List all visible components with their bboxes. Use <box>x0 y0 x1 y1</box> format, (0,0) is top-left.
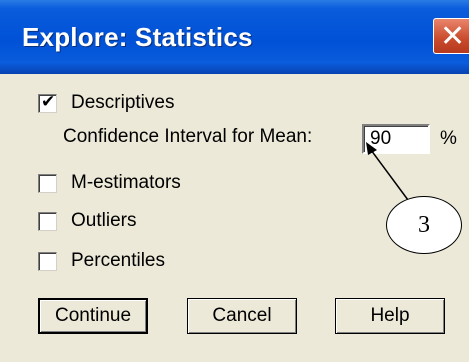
callout-number: 3 <box>418 211 430 238</box>
callout-bubble: 3 <box>386 196 462 254</box>
callout-arrow <box>366 142 409 201</box>
explore-statistics-dialog: Explore: Statistics ✕ ✔ Descriptives Con… <box>0 0 469 362</box>
